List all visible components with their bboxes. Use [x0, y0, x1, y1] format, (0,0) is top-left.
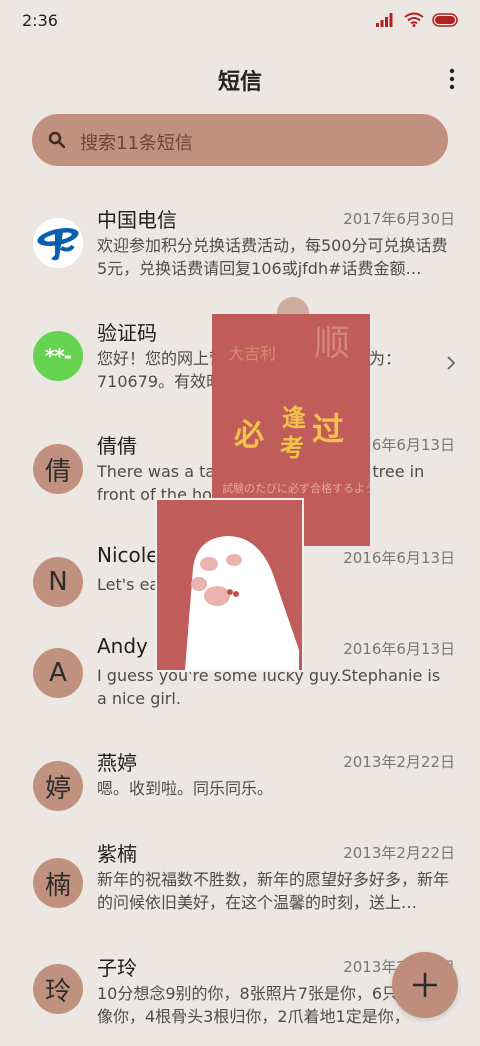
message-date: 2013年2月22日: [343, 753, 455, 771]
contact-name: Andy: [97, 634, 148, 658]
contact-name: 紫楠: [97, 842, 137, 866]
message-date: 2013年2月22日: [343, 844, 455, 862]
avatar: N: [33, 557, 83, 607]
contact-name: 中国电信: [97, 208, 177, 232]
status-time: 2:36: [22, 11, 58, 30]
message-date: 2016年6月13日: [343, 549, 455, 567]
sticker-char: 必: [234, 418, 264, 453]
sticker-top-text: 大吉利: [228, 344, 277, 363]
chevron-right-icon[interactable]: [446, 355, 456, 371]
status-icons: [376, 12, 460, 27]
message-preview: 嗯。收到啦。同乐同乐。: [97, 779, 274, 798]
contact-name: 燕婷: [97, 751, 137, 775]
conversation-item[interactable]: 中国电信 2017年6月30日 欢迎参加积分兑换话费活动，每500分可兑换话费5…: [0, 196, 480, 298]
cat-paw-icon: [185, 536, 299, 670]
sticker-char: 过: [312, 410, 345, 448]
sticker-bottom-text: 試験のたびに必ず合格するように: [222, 482, 370, 495]
avatar: 倩: [33, 444, 83, 494]
signal-icon: [376, 12, 393, 27]
sticker-char: 考: [280, 433, 304, 462]
avatar: 玲: [33, 964, 83, 1014]
message-preview: 新年的祝福数不胜数，新年的愿望好多好多，新年的问候依旧美好，在这个温馨的时刻，送…: [97, 870, 450, 912]
search-icon: [48, 131, 66, 149]
app-header: 短信: [0, 52, 480, 104]
status-bar: 2:36: [0, 0, 480, 42]
conversation-item[interactable]: 楠 紫楠 2013年2月22日 新年的祝福数不胜数，新年的愿望好多好多，新年的问…: [0, 830, 480, 932]
avatar: A: [33, 648, 83, 698]
new-message-button[interactable]: [392, 952, 458, 1018]
message-preview: 欢迎参加积分兑换话费活动，每500分可兑换话费5元，兑换话费请回复106或jfd…: [97, 236, 448, 278]
search-input[interactable]: 搜索11条短信: [80, 129, 193, 155]
avatar: **-: [33, 331, 83, 381]
contact-name: 子玲: [97, 956, 137, 980]
avatar: [33, 218, 83, 268]
cat-paw-sticker[interactable]: [155, 498, 304, 672]
search-bar[interactable]: 搜索11条短信: [32, 114, 448, 166]
contact-name: 验证码: [97, 321, 157, 345]
conversation-item[interactable]: 婷 燕婷 2013年2月22日 嗯。收到啦。同乐同乐。: [0, 739, 480, 841]
avatar: 婷: [33, 761, 83, 811]
message-date: 2017年6月30日: [343, 210, 455, 228]
avatar: 楠: [33, 858, 83, 908]
plus-icon: [413, 973, 437, 997]
contact-name: 倩倩: [97, 434, 137, 458]
more-vertical-icon[interactable]: [448, 68, 456, 90]
battery-icon: [432, 12, 458, 27]
sticker-bg-char: 顺: [314, 323, 351, 364]
contact-name: Nicole: [97, 543, 159, 567]
message-date: 2016年6月13日: [343, 640, 455, 658]
page-title: 短信: [217, 70, 262, 95]
wifi-icon: [404, 12, 424, 27]
china-telecom-logo-icon: [33, 218, 83, 268]
